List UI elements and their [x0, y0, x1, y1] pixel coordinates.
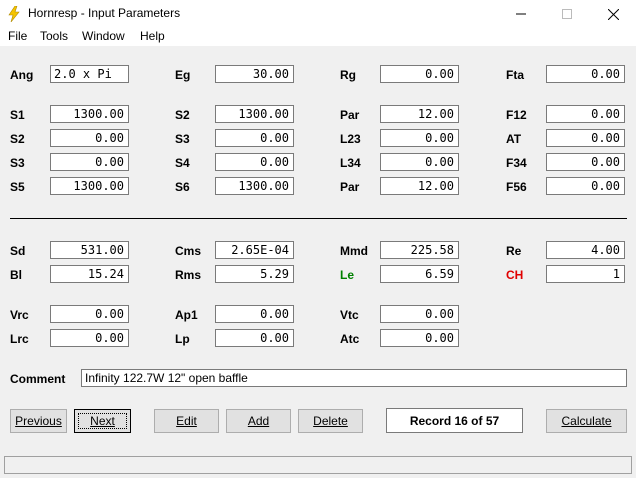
field-le[interactable]: 6.59: [380, 265, 459, 283]
field-lp[interactable]: 0.00: [215, 329, 294, 347]
menu-bar: File Tools Window Help: [0, 28, 636, 46]
field-re[interactable]: 4.00: [546, 241, 625, 259]
status-bar: [4, 456, 632, 474]
field-mmd[interactable]: 225.58: [380, 241, 459, 259]
field-rg[interactable]: 0.00: [380, 65, 459, 83]
field-par-2[interactable]: 12.00: [380, 177, 459, 195]
field-rms[interactable]: 5.29: [215, 265, 294, 283]
label-l23: L23: [340, 132, 361, 146]
label-s1: S1: [10, 108, 25, 122]
menu-help[interactable]: Help: [140, 29, 165, 43]
menu-tools[interactable]: Tools: [40, 29, 68, 43]
input-parameters-panel: Ang 2.0 x Pi Eg 30.00 Rg 0.00 Fta 0.00 S…: [0, 46, 636, 454]
label-s2: S2: [10, 132, 25, 146]
delete-button-label: Delete: [313, 414, 348, 428]
label-s2-col2: S2: [175, 108, 190, 122]
label-s6: S6: [175, 180, 190, 194]
field-vrc[interactable]: 0.00: [50, 305, 129, 323]
delete-button[interactable]: Delete: [298, 409, 363, 433]
edit-button[interactable]: Edit: [154, 409, 219, 433]
label-f56: F56: [506, 180, 527, 194]
label-par: Par: [340, 108, 360, 122]
field-ang[interactable]: 2.0 x Pi: [50, 65, 129, 83]
label-lrc: Lrc: [10, 332, 29, 346]
label-ch[interactable]: CH: [506, 268, 523, 282]
field-l34[interactable]: 0.00: [380, 153, 459, 171]
field-s5[interactable]: 1300.00: [50, 177, 129, 195]
label-sd: Sd: [10, 244, 26, 258]
label-vrc: Vrc: [10, 308, 29, 322]
field-vtc[interactable]: 0.00: [380, 305, 459, 323]
field-ch[interactable]: 1: [546, 265, 625, 283]
label-eg: Eg: [175, 68, 191, 82]
next-button-label: Next: [90, 414, 115, 428]
menu-window[interactable]: Window: [82, 29, 125, 43]
next-button[interactable]: Next: [74, 409, 131, 433]
label-lp: Lp: [175, 332, 190, 346]
record-indicator: Record 16 of 57: [386, 408, 523, 433]
label-cms: Cms: [175, 244, 202, 258]
label-s4: S4: [175, 156, 190, 170]
label-rms: Rms: [175, 268, 202, 282]
label-ang: Ang: [10, 68, 34, 82]
field-s6[interactable]: 1300.00: [215, 177, 294, 195]
minimize-icon[interactable]: [498, 0, 544, 28]
field-par[interactable]: 12.00: [380, 105, 459, 123]
field-s2-col2[interactable]: 1300.00: [215, 105, 294, 123]
field-f56[interactable]: 0.00: [546, 177, 625, 195]
field-s1[interactable]: 1300.00: [50, 105, 129, 123]
label-rg: Rg: [340, 68, 356, 82]
title-bar: Hornresp - Input Parameters: [0, 0, 636, 28]
label-l34: L34: [340, 156, 361, 170]
calculate-button-label: Calculate: [561, 414, 612, 428]
label-f34: F34: [506, 156, 527, 170]
label-f12: F12: [506, 108, 527, 122]
field-ap1[interactable]: 0.00: [215, 305, 294, 323]
label-vtc: Vtc: [340, 308, 359, 322]
previous-button-label: Previous: [15, 414, 62, 428]
field-cms[interactable]: 2.65E-04: [215, 241, 294, 259]
label-s3: S3: [10, 156, 25, 170]
label-mmd: Mmd: [340, 244, 368, 258]
label-par-2: Par: [340, 180, 360, 194]
label-comment: Comment: [10, 372, 66, 386]
maximize-icon[interactable]: [544, 0, 590, 28]
label-s5: S5: [10, 180, 25, 194]
field-sd[interactable]: 531.00: [50, 241, 129, 259]
label-atc: Atc: [340, 332, 360, 346]
app-lightning-icon: [8, 6, 20, 22]
label-at: AT: [506, 132, 522, 146]
field-at[interactable]: 0.00: [546, 129, 625, 147]
field-l23[interactable]: 0.00: [380, 129, 459, 147]
field-s3[interactable]: 0.00: [50, 153, 129, 171]
calculate-button[interactable]: Calculate: [546, 409, 627, 433]
label-fta: Fta: [506, 68, 524, 82]
label-ap1: Ap1: [175, 308, 198, 322]
close-icon[interactable]: [590, 0, 636, 28]
label-s3-col2: S3: [175, 132, 190, 146]
field-f12[interactable]: 0.00: [546, 105, 625, 123]
field-f34[interactable]: 0.00: [546, 153, 625, 171]
field-lrc[interactable]: 0.00: [50, 329, 129, 347]
field-atc[interactable]: 0.00: [380, 329, 459, 347]
section-divider: [10, 218, 627, 219]
previous-button[interactable]: Previous: [10, 409, 67, 433]
menu-file[interactable]: File: [8, 29, 27, 43]
field-bl[interactable]: 15.24: [50, 265, 129, 283]
field-fta[interactable]: 0.00: [546, 65, 625, 83]
window-title: Hornresp - Input Parameters: [28, 6, 181, 20]
add-button-label: Add: [247, 414, 270, 428]
comment-field[interactable]: Infinity 122.7W 12" open baffle: [81, 369, 627, 387]
field-eg[interactable]: 30.00: [215, 65, 294, 83]
field-s2[interactable]: 0.00: [50, 129, 129, 147]
label-re: Re: [506, 244, 522, 258]
label-le[interactable]: Le: [340, 268, 354, 282]
field-s3-col2[interactable]: 0.00: [215, 129, 294, 147]
add-button[interactable]: Add: [226, 409, 291, 433]
label-bl: Bl: [10, 268, 22, 282]
field-s4[interactable]: 0.00: [215, 153, 294, 171]
edit-button-label: Edit: [176, 414, 197, 428]
